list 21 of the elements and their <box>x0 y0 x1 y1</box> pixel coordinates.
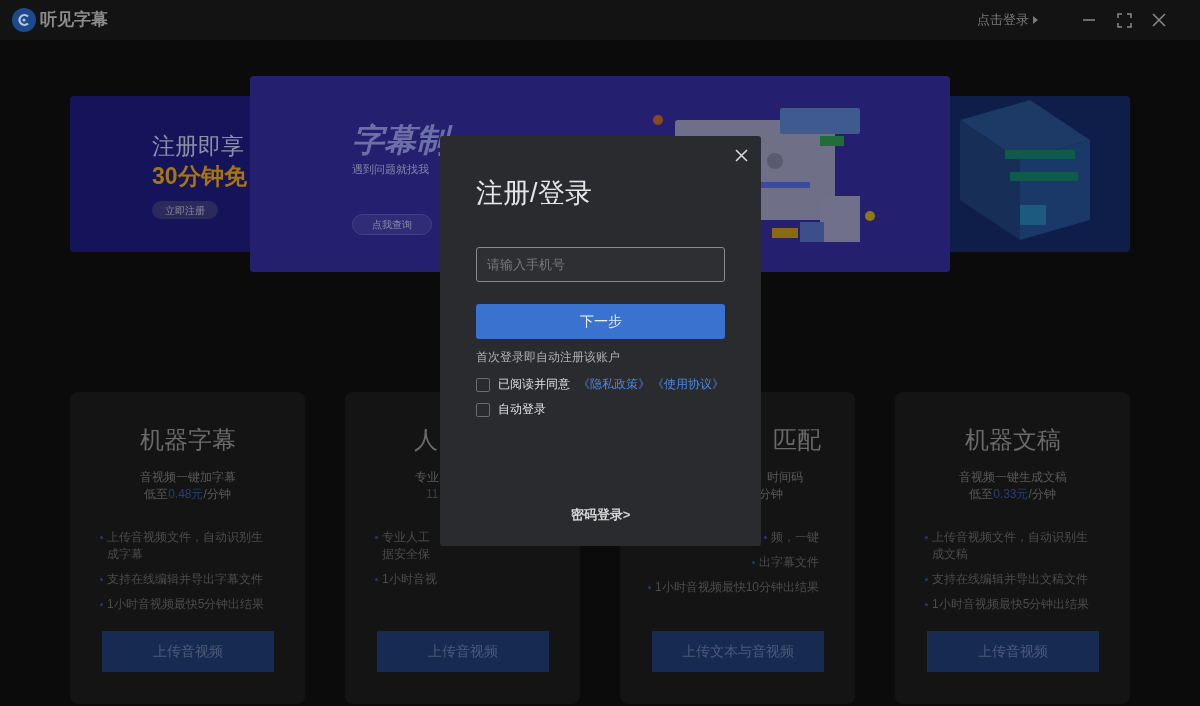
card-subtitle: 时间码 <box>767 469 804 486</box>
card-subtitle: 专业 <box>414 469 439 486</box>
price-unit: /分钟 <box>1028 486 1056 503</box>
card-title: 人 <box>413 426 438 454</box>
hint-text: 首次登录即自动注册该账户 <box>476 349 620 366</box>
checkbox-label: 自动登录 <box>498 401 546 418</box>
app-name: 听见字幕 <box>40 9 108 32</box>
price-value: 0.33元 <box>993 486 1029 503</box>
banner-offer: 30分钟免 <box>152 162 247 191</box>
checkbox-label: 已阅读并同意 <box>498 376 570 393</box>
card-title: 机器文稿 <box>964 426 1061 454</box>
price-unit: /分钟 <box>203 486 231 503</box>
price-value: 0.48元 <box>168 486 204 503</box>
card-title: 匹配 <box>773 426 822 454</box>
card-title: 机器字幕 <box>139 426 236 454</box>
banner-headline: 注册即享 <box>152 132 244 161</box>
dialog-title: 注册/登录 <box>476 177 593 210</box>
price-value: 11 <box>426 486 439 503</box>
banner-subtitle: 遇到问题就找我 <box>352 162 429 177</box>
price-label: 低至 <box>144 486 169 503</box>
price-label: 低至 <box>969 486 994 503</box>
